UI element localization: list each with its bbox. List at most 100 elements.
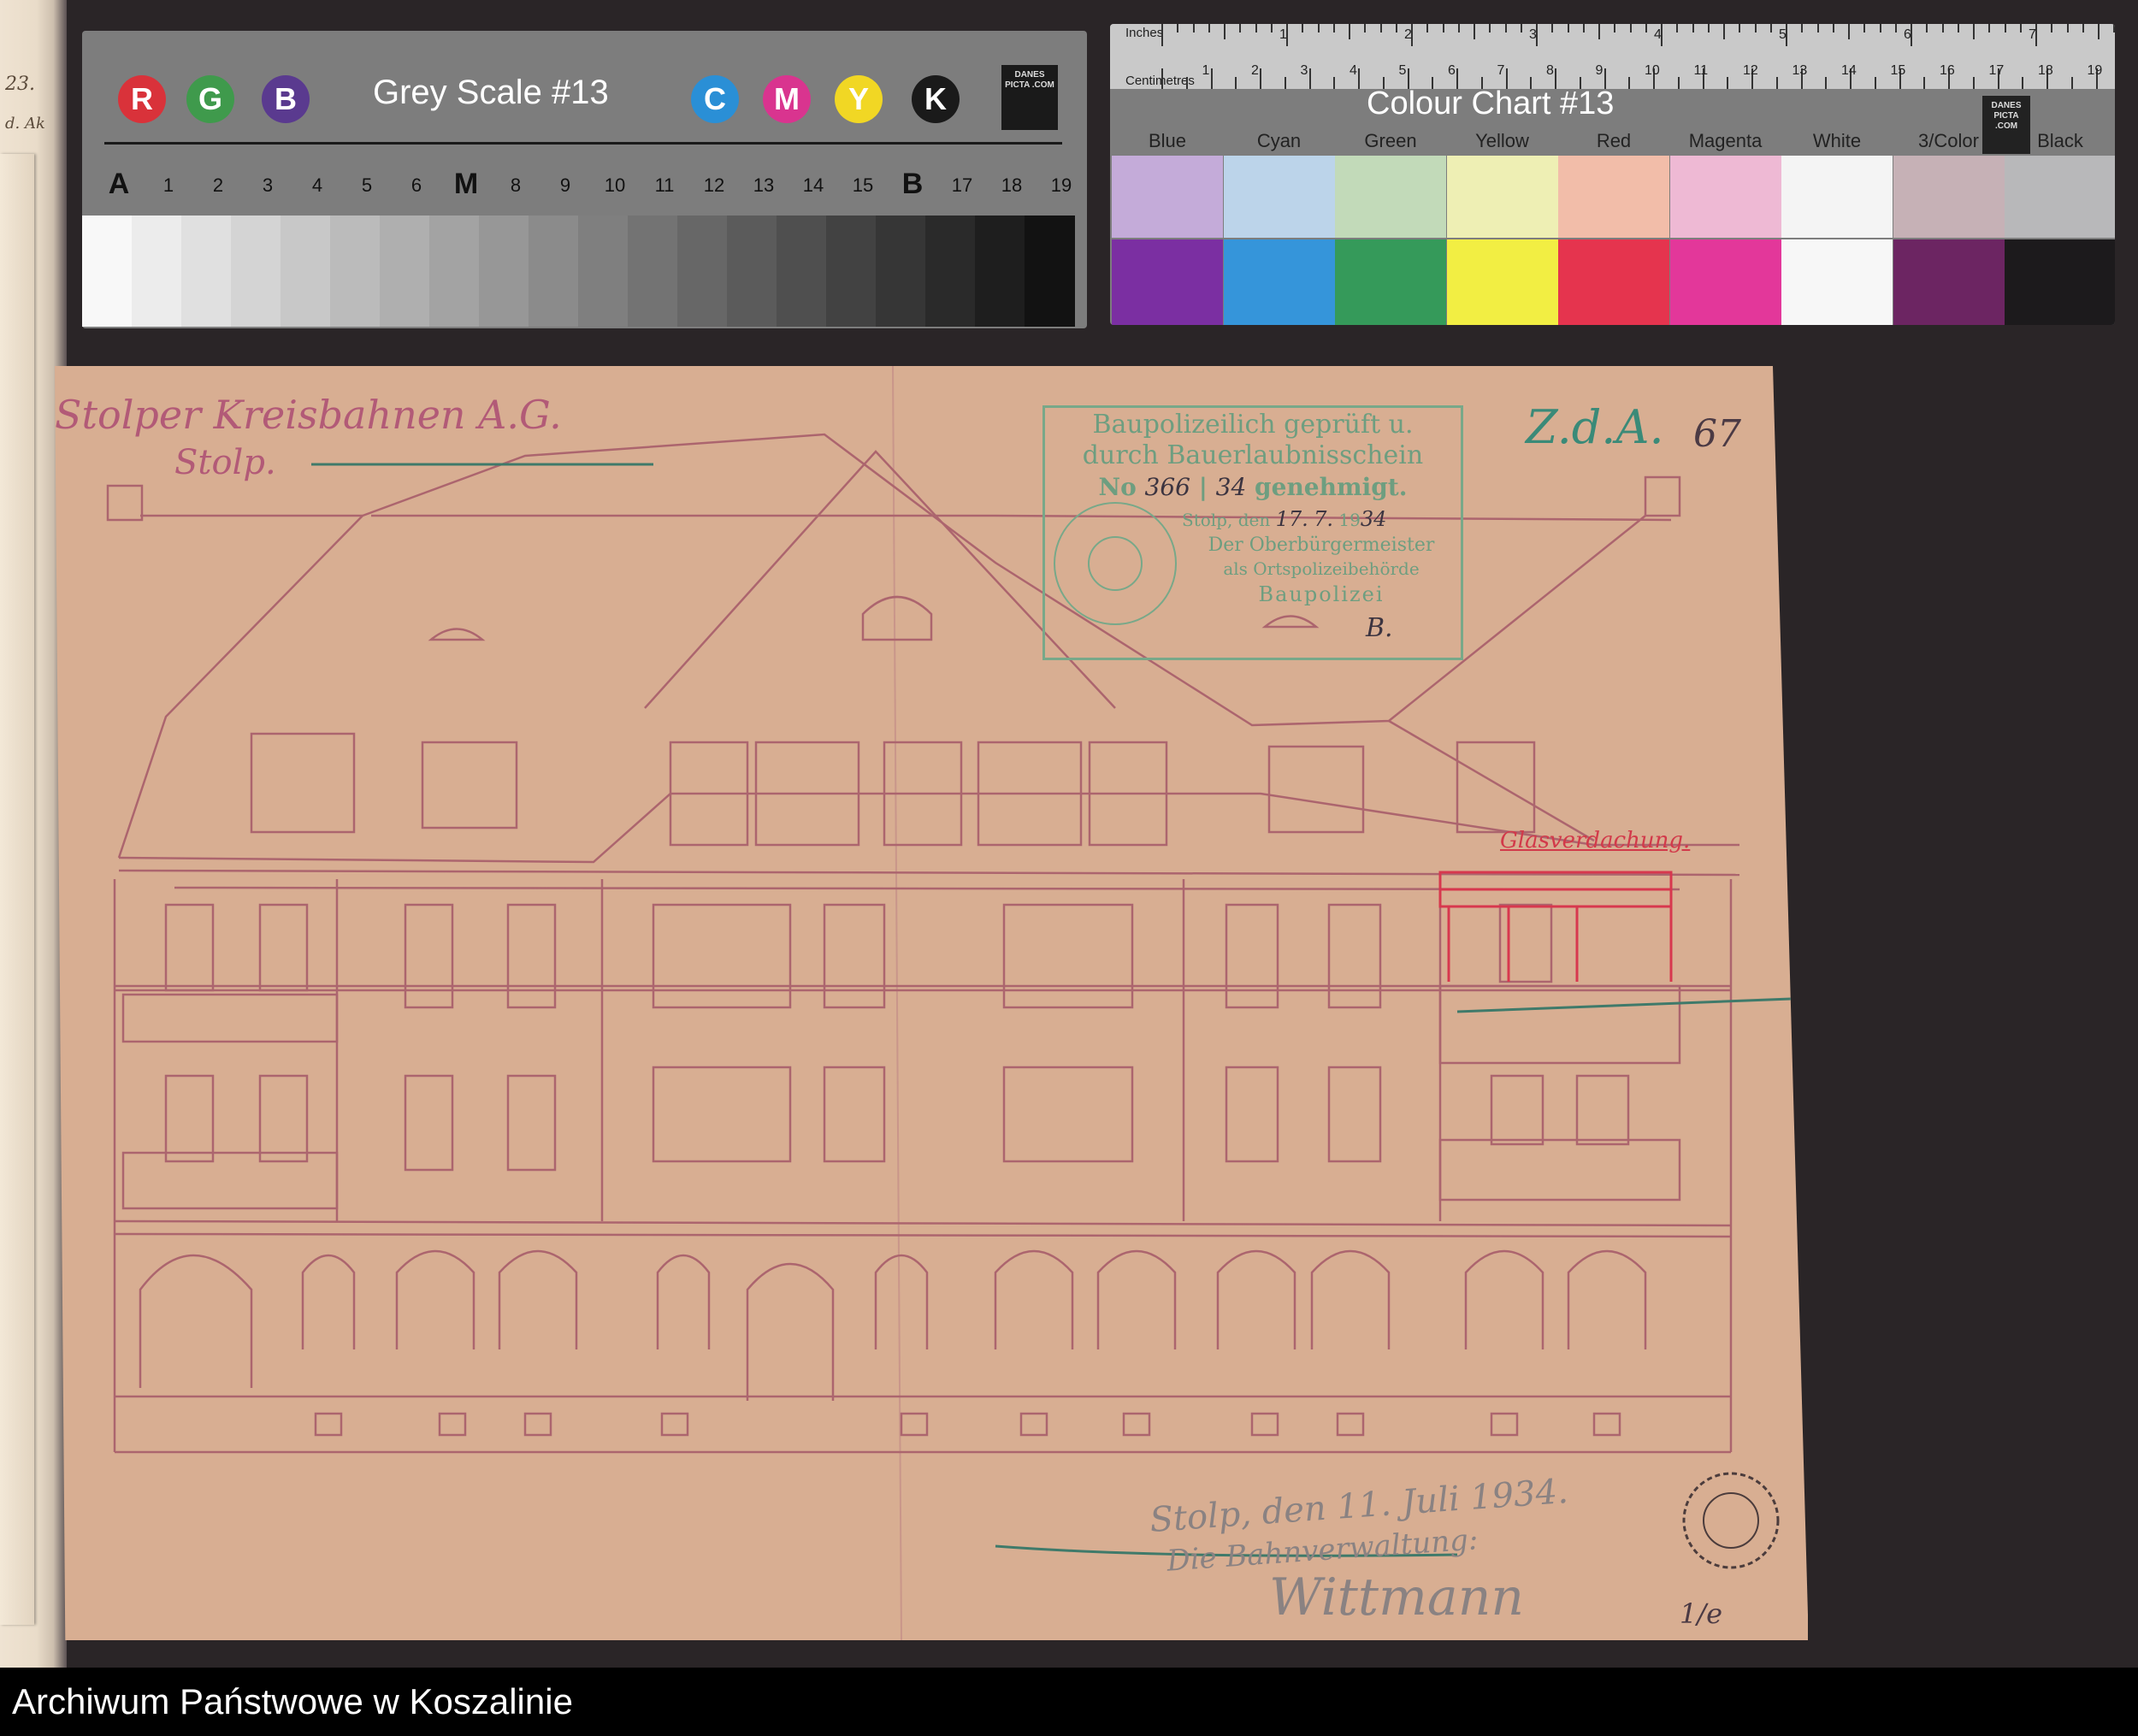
ruler-cm-tick	[1210, 68, 1213, 89]
ruler-cm-number: 14	[1841, 63, 1857, 78]
grey-scale-label: 8	[510, 174, 522, 196]
colour-patch-dark	[1446, 239, 1558, 325]
ruler-cm-tick	[1235, 77, 1237, 89]
ruler-inch-tick	[1161, 24, 1163, 46]
ruler-inch-tick	[1973, 24, 1975, 39]
ruler-cm-tick	[1628, 77, 1631, 89]
ruler-inch-tick	[1676, 24, 1679, 32]
ruler-inch-tick	[1177, 24, 1179, 32]
ruler-cm-number: 3	[1300, 63, 1308, 78]
ruler-cm-tick	[2070, 77, 2073, 89]
ruler-cm-tick	[1284, 77, 1286, 89]
grey-scale-patch	[975, 216, 1025, 327]
grey-scale-label: M	[453, 168, 479, 200]
ruler-cm-number: 4	[1350, 63, 1357, 78]
ruler-inch-number: 6	[1904, 27, 1911, 42]
grey-scale-label: 18	[1001, 174, 1023, 196]
grey-scale-label: B	[901, 168, 924, 200]
grey-scale-patch	[727, 216, 777, 327]
ruler-cm-number: 17	[1988, 63, 2005, 78]
architectural-drawing-sheet: Stolper Kreisbahnen A.G. Stolp. Z.d.A. 6…	[55, 366, 1808, 1640]
ruler-cm-number: 13	[1792, 63, 1808, 78]
grey-scale-label: 5	[361, 174, 373, 196]
book-page-strip	[0, 154, 34, 1625]
ruler-inch-tick	[1489, 24, 1491, 32]
ruler-cm-number: 2	[1251, 63, 1259, 78]
stamp-date-day: 17.	[1275, 507, 1308, 531]
grey-scale-label: 6	[410, 174, 422, 196]
grey-scale-label: 9	[559, 174, 571, 196]
grey-scale-patch	[330, 216, 381, 327]
ruler-inch-tick	[1941, 24, 1944, 32]
ruler-inch-tick	[1504, 24, 1507, 32]
glass-canopy-annotation: Glasverdachung.	[1500, 828, 1691, 853]
ruler-inch-tick	[1442, 24, 1444, 32]
ruler-inch-tick	[1395, 24, 1397, 32]
colour-patch-label: Green	[1364, 130, 1417, 151]
colour-patch-dark	[1781, 239, 1893, 325]
ruler-cm-tick	[1972, 77, 1975, 89]
ruler-cm-number: 18	[2038, 63, 2053, 78]
ruler-inch-tick	[1239, 24, 1242, 32]
grey-scale-patch	[479, 216, 529, 327]
eagle-seal-icon	[1054, 502, 1177, 625]
grey-scale-patch	[529, 216, 579, 327]
ruler-inch-tick	[1224, 24, 1226, 39]
ruler-inch-tick	[2113, 24, 2115, 32]
colour-patch-light	[1669, 156, 1781, 238]
grey-scale-label: A	[108, 168, 130, 200]
signature-name: Wittmann	[1269, 1568, 1524, 1627]
ruler-cm-tick	[1161, 68, 1163, 89]
grey-scale-label: 3	[262, 174, 274, 196]
ruler-cm-number: 19	[2087, 63, 2103, 78]
measurement-ruler: Inches Centimetres 123456781234567891011…	[1110, 24, 2115, 89]
ruler-inch-tick	[1598, 24, 1600, 39]
ruler-cm-number: 5	[1398, 63, 1407, 78]
ruler-cm-number: 16	[1940, 63, 1955, 78]
ruler-cm-tick	[1333, 77, 1336, 89]
ruler-inch-tick	[1723, 24, 1725, 39]
ruler-inch-tick	[1302, 24, 1304, 32]
grey-scale-patch	[876, 216, 926, 327]
grey-scale-label: 15	[852, 174, 874, 196]
ruler-inch-tick	[1848, 24, 1850, 39]
grey-scale-patch	[925, 216, 976, 327]
grey-scale-label: 19	[1050, 174, 1072, 196]
grey-scale-patch	[281, 216, 331, 327]
cmyk-circle-y: Y	[835, 75, 883, 123]
ruler-inch-tick	[1208, 24, 1210, 32]
archive-name: Archiwum Państwowe w Koszalinie	[12, 1681, 573, 1721]
stamp-line-3: No 366 | 34 genehmigt.	[1098, 473, 1408, 501]
grey-scale-patch	[380, 216, 430, 327]
colour-patch-label: White	[1812, 130, 1862, 151]
ruler-inch-tick	[1863, 24, 1866, 32]
colour-patch-dark	[1893, 239, 2005, 325]
footer-bar: Archiwum Państwowe w Koszalinie	[0, 1668, 2138, 1736]
page-mark: 1/e	[1680, 1597, 1723, 1630]
grey-scale-label: 2	[212, 174, 224, 196]
grey-scale-label: 1	[162, 174, 174, 196]
ruler-cm-label: Centimetres	[1125, 74, 1195, 88]
ruler-cm-tick	[1727, 77, 1729, 89]
ruler-cm-number: 12	[1743, 63, 1758, 78]
danes-picta-logo: DANES PICTA .COM	[1001, 65, 1058, 130]
grey-scale-patch	[826, 216, 877, 327]
ruler-inch-tick	[1645, 24, 1647, 32]
ruler-cm-number: 1	[1202, 63, 1210, 78]
stamp-date-label: Stolp, den	[1182, 510, 1271, 530]
colour-patch-dark	[1335, 239, 1446, 325]
stamp-approved-label: genehmigt.	[1255, 473, 1408, 501]
colour-patch-light	[1335, 156, 1446, 238]
cmyk-circle-c: C	[691, 75, 739, 123]
colour-patch-label: Cyan	[1256, 130, 1302, 151]
grey-scale-title: Grey Scale #13	[373, 74, 609, 111]
ruler-inch-tick	[2004, 24, 2006, 32]
colour-patch-dark	[1223, 239, 1335, 325]
ruler-inch-tick	[1832, 24, 1834, 32]
colour-chart-card: Inches Centimetres 123456781234567891011…	[1110, 24, 2115, 325]
ruler-inch-tick	[1816, 24, 1819, 32]
ruler-inch-tick	[1957, 24, 1959, 32]
ruler-inches-label: Inches	[1125, 26, 1164, 40]
ruler-cm-tick	[1825, 77, 1828, 89]
grey-scale-label: 4	[311, 174, 323, 196]
